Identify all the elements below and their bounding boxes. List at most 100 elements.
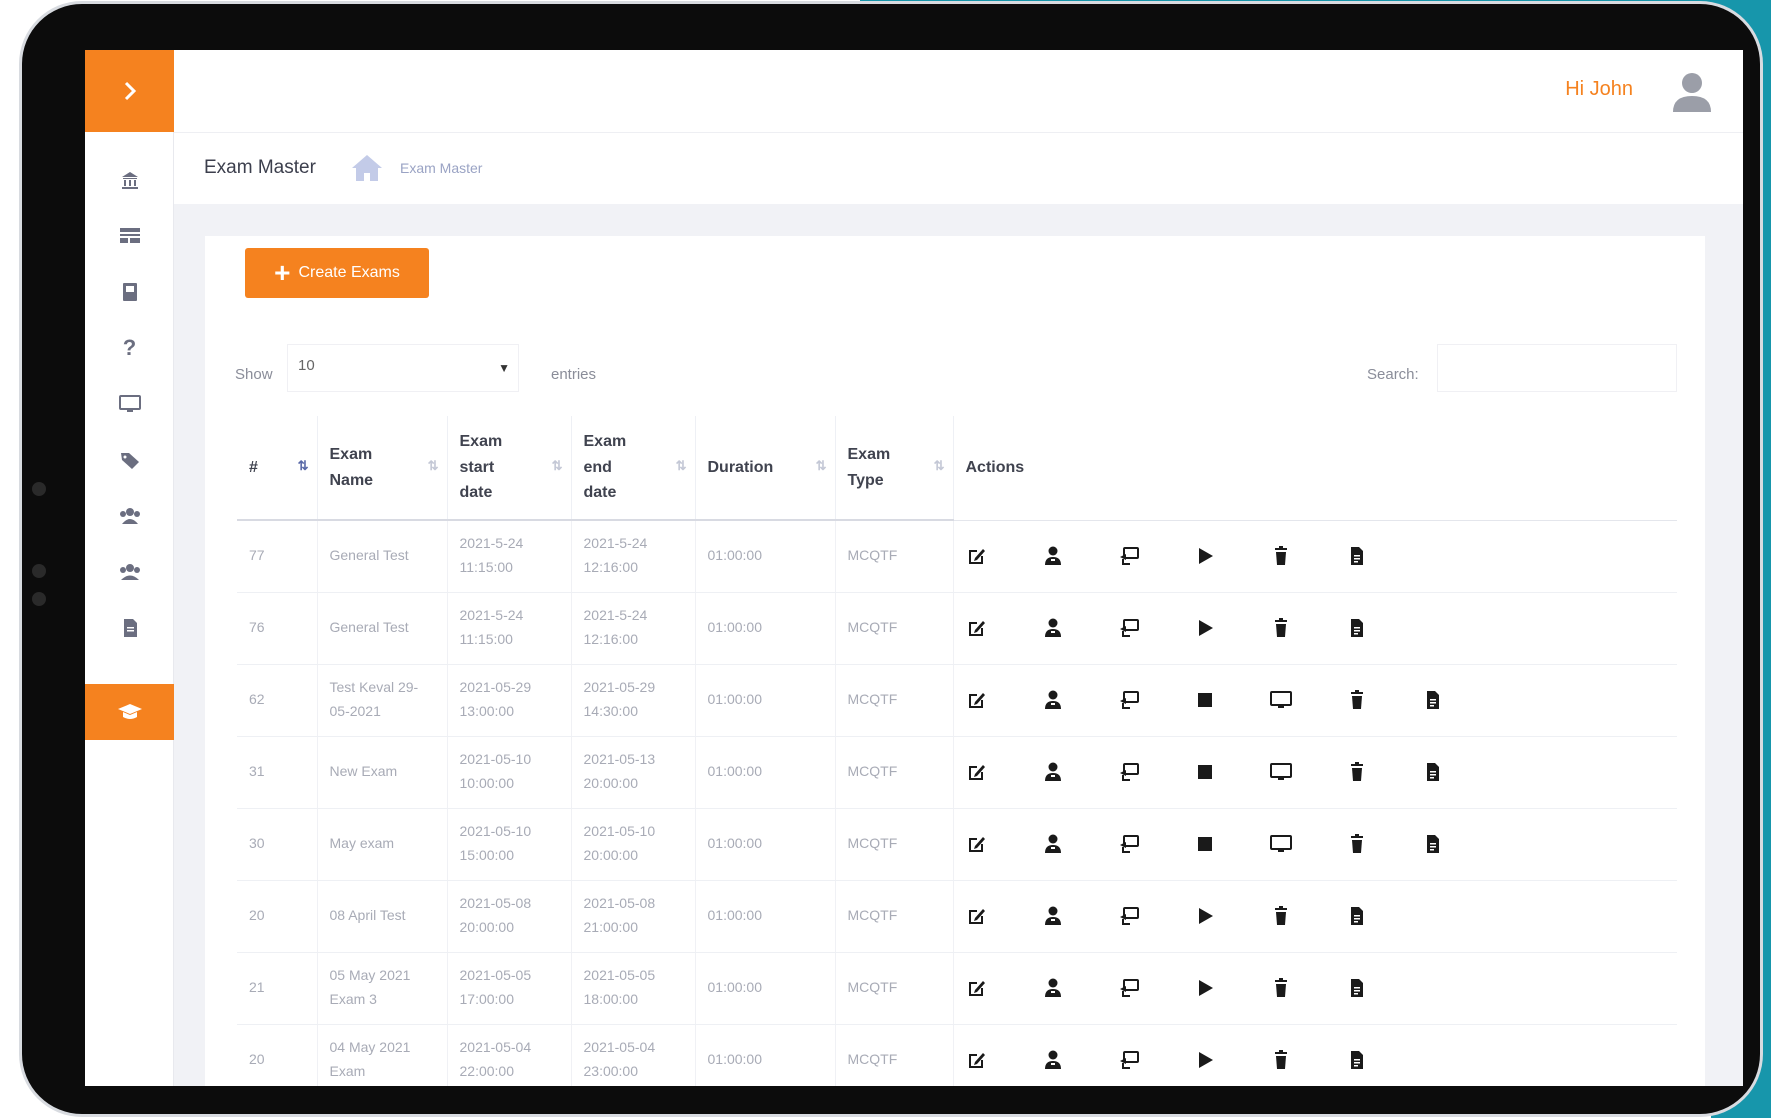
assign-action-button[interactable]: [1042, 611, 1118, 645]
report-action-button[interactable]: [1422, 755, 1498, 789]
sidebar-item-students[interactable]: [85, 496, 174, 536]
sort-icon: ⇅: [815, 458, 827, 473]
sidebar-item-reports[interactable]: [85, 608, 174, 648]
sidebar-item-groups[interactable]: [85, 552, 174, 592]
assign-action-button[interactable]: [1042, 1043, 1118, 1077]
delete-action-button[interactable]: [1270, 1043, 1346, 1077]
report-action-button[interactable]: [1346, 971, 1422, 1005]
column-header-end[interactable]: Exam end date ⇅: [571, 416, 696, 521]
stop-action-button[interactable]: [1194, 683, 1270, 717]
play-action-button[interactable]: [1194, 971, 1270, 1005]
tablet-sensor: [32, 564, 46, 578]
cell-start-date: 2021-05-10 10:00:00: [447, 736, 572, 809]
cell-exam-name: 04 May 2021 Exam: [317, 1024, 448, 1086]
app-screen: ? Hi John Exam Master Exam Master + Crea…: [85, 50, 1743, 1086]
share-action-button[interactable]: [1118, 539, 1194, 573]
column-header-id[interactable]: # ⇅: [237, 416, 318, 521]
edit-action-button[interactable]: [966, 539, 1042, 573]
report-action-button[interactable]: [1346, 899, 1422, 933]
share-action-button[interactable]: [1118, 899, 1194, 933]
edit-icon: [968, 1053, 985, 1068]
report-action-button[interactable]: [1346, 539, 1422, 573]
home-icon[interactable]: [350, 153, 384, 183]
assign-action-button[interactable]: [1042, 683, 1118, 717]
play-action-button[interactable]: [1194, 1043, 1270, 1077]
share-action-button[interactable]: [1118, 683, 1194, 717]
monitor-action-button[interactable]: [1269, 755, 1346, 789]
report-action-button[interactable]: [1422, 683, 1498, 717]
edit-action-button[interactable]: [966, 611, 1042, 645]
delete-action-button[interactable]: [1346, 683, 1422, 717]
edit-action-button[interactable]: [966, 1043, 1042, 1077]
cell-start-date: 2021-05-10 15:00:00: [447, 808, 572, 881]
sidebar-item-subjects[interactable]: [85, 272, 174, 312]
stop-action-button[interactable]: [1194, 827, 1270, 861]
play-action-button[interactable]: [1194, 899, 1270, 933]
delete-action-button[interactable]: [1270, 539, 1346, 573]
cell-actions: [953, 592, 1677, 665]
sidebar-item-tags[interactable]: [85, 440, 174, 480]
table-row: 76 General Test 2021-5-24 11:15:00 2021-5-2…: [237, 592, 1677, 665]
user-greeting[interactable]: Hi John: [1565, 78, 1633, 101]
sidebar-item-dashboard[interactable]: [85, 160, 174, 200]
sidebar-toggle[interactable]: [85, 50, 174, 132]
report-action-button[interactable]: [1346, 611, 1422, 645]
delete-action-button[interactable]: [1346, 755, 1422, 789]
avatar[interactable]: [1669, 68, 1715, 114]
share-action-button[interactable]: [1118, 755, 1194, 789]
breadcrumb-current[interactable]: Exam Master: [400, 160, 482, 176]
sidebar-item-layout[interactable]: [85, 216, 174, 256]
report-action-button[interactable]: [1422, 827, 1498, 861]
stop-action-button[interactable]: [1194, 755, 1270, 789]
play-action-button[interactable]: [1194, 539, 1270, 573]
show-label: Show: [235, 366, 273, 383]
monitor-action-button[interactable]: [1269, 827, 1346, 861]
file-icon: [1350, 547, 1363, 565]
assign-action-button[interactable]: [1042, 755, 1118, 789]
search-input[interactable]: [1437, 344, 1677, 392]
cell-exam-type: MCQTF: [835, 592, 954, 665]
cell-end-date: 2021-05-08 21:00:00: [571, 880, 696, 953]
delete-action-button[interactable]: [1270, 971, 1346, 1005]
assign-action-button[interactable]: [1042, 827, 1118, 861]
share-action-button[interactable]: [1118, 1043, 1194, 1077]
sidebar-item-exams[interactable]: [85, 684, 174, 740]
sidebar-item-monitor[interactable]: [85, 384, 174, 424]
delete-action-button[interactable]: [1346, 827, 1422, 861]
monitor-icon: [1269, 835, 1292, 852]
tag-icon: [120, 453, 139, 469]
cell-start-date: 2021-05-05 17:00:00: [447, 952, 572, 1025]
share-action-button[interactable]: [1118, 971, 1194, 1005]
delete-action-button[interactable]: [1270, 899, 1346, 933]
assign-action-button[interactable]: [1042, 971, 1118, 1005]
sort-icon: ⇅: [551, 458, 563, 473]
column-header-start[interactable]: Exam start date ⇅: [447, 416, 572, 521]
assign-action-button[interactable]: [1042, 539, 1118, 573]
user-icon: [1044, 834, 1061, 853]
share-action-button[interactable]: [1118, 827, 1194, 861]
edit-action-button[interactable]: [966, 899, 1042, 933]
delete-action-button[interactable]: [1270, 611, 1346, 645]
monitor-icon: [1269, 763, 1292, 780]
cell-id: 20: [237, 1024, 318, 1086]
sort-icon: ⇅: [675, 458, 687, 473]
sidebar-item-questions[interactable]: ?: [85, 328, 174, 368]
column-header-duration[interactable]: Duration ⇅: [695, 416, 836, 521]
play-action-button[interactable]: [1194, 611, 1270, 645]
share-action-button[interactable]: [1118, 611, 1194, 645]
assign-action-button[interactable]: [1042, 899, 1118, 933]
edit-action-button[interactable]: [966, 971, 1042, 1005]
edit-action-button[interactable]: [966, 683, 1042, 717]
trash-icon: [1274, 1050, 1287, 1069]
column-header-type[interactable]: Exam Type ⇅: [835, 416, 954, 521]
create-exam-button[interactable]: + Create Exams: [245, 248, 429, 298]
edit-action-button[interactable]: [966, 827, 1042, 861]
share-icon: [1119, 547, 1139, 565]
column-header-name[interactable]: Exam Name ⇅: [317, 416, 448, 521]
report-action-button[interactable]: [1346, 1043, 1422, 1077]
play-icon: [1198, 1052, 1213, 1068]
user-icon: [1044, 1050, 1061, 1069]
edit-action-button[interactable]: [966, 755, 1042, 789]
monitor-action-button[interactable]: [1269, 683, 1346, 717]
entries-select[interactable]: 10 ▼: [287, 344, 519, 392]
